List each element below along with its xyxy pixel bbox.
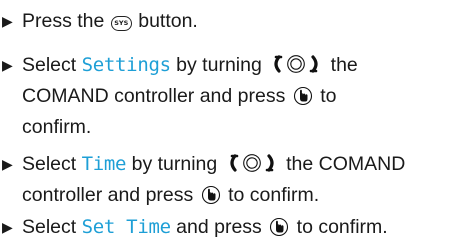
press-controller-icon	[201, 185, 221, 205]
step-3-line1-end: the COMAND	[286, 153, 406, 175]
step-2-line1-end: the	[330, 54, 358, 76]
press-controller-icon	[293, 86, 313, 106]
bullet-arrow-icon: ▶	[2, 219, 13, 235]
bullet-arrow-icon: ▶	[2, 156, 13, 172]
step-4-text-mid: and press	[176, 216, 262, 238]
press-controller-icon	[269, 217, 289, 237]
bullet-arrow-icon: ▶	[2, 13, 13, 29]
step-3-line2: controller and press	[22, 184, 194, 206]
step-1-text-pre: Press the	[22, 10, 105, 32]
step-4-text-pre: Select	[22, 216, 77, 238]
menu-item-settings: Settings	[81, 54, 171, 76]
step-2-line2: COMAND controller and press	[22, 85, 286, 107]
rotate-controller-icon	[225, 153, 279, 173]
step-4-text-post: to confirm.	[296, 216, 388, 238]
step-3-line2-end: to confirm.	[228, 184, 320, 206]
step-1-text-post: button.	[138, 10, 198, 32]
menu-item-time: Time	[81, 153, 127, 175]
step-2-text-mid: by turning	[176, 54, 262, 76]
sys-button-icon: SYS	[110, 16, 132, 31]
step-2-text-pre: Select	[22, 54, 77, 76]
step-3-text-mid: by turning	[131, 153, 218, 175]
rotate-controller-icon	[269, 54, 323, 74]
bullet-arrow-icon: ▶	[2, 57, 13, 73]
menu-item-set-time: Set Time	[81, 216, 171, 238]
step-2-line2-end: to	[320, 85, 337, 107]
step-2-line3: confirm.	[22, 116, 92, 138]
step-3-text-pre: Select	[22, 153, 77, 175]
